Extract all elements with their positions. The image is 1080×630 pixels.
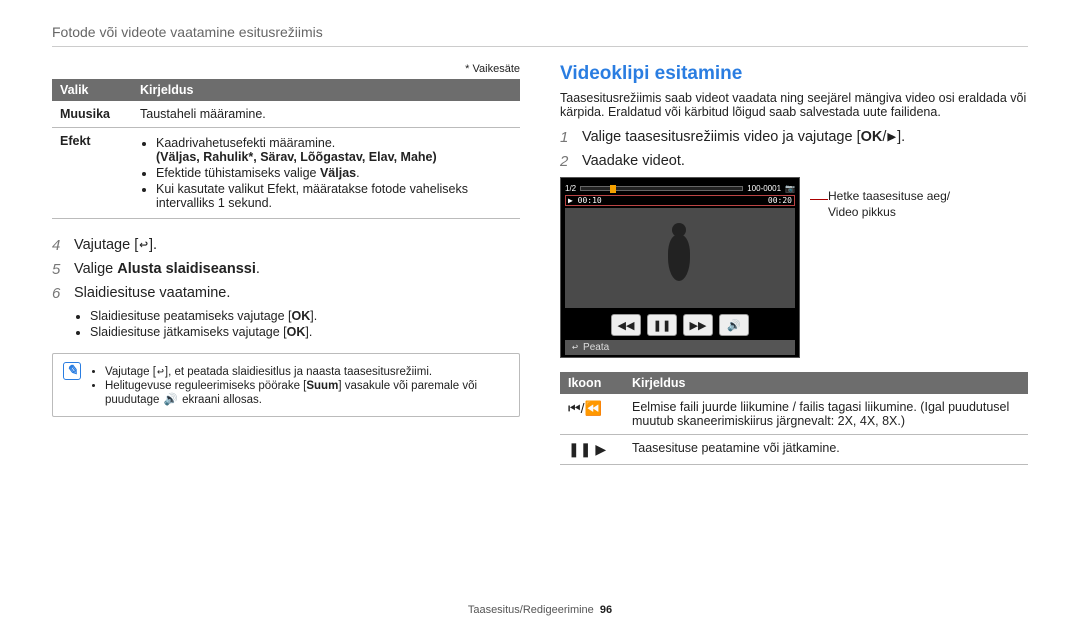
effect-line: Efektide tühistamiseks valige Väljas. bbox=[156, 166, 360, 180]
sound-icon bbox=[163, 392, 179, 406]
rewind-button[interactable]: ◀◀ bbox=[611, 314, 641, 336]
step-6: Slaidiesituse vaatamine. bbox=[52, 285, 520, 301]
col-header-desc: Kirjeldus bbox=[132, 79, 520, 101]
camera-icon: 📷 bbox=[785, 184, 795, 193]
list-item: Helitugevuse reguleerimiseks pöörake [Su… bbox=[105, 380, 509, 406]
page-header: Fotode või videote vaatamine esitusrežii… bbox=[52, 24, 1028, 47]
option-desc: Kaadrivahetusefekti määramine. (Väljas, … bbox=[132, 128, 520, 219]
table-row: Efekt Kaadrivahetusefekti määramine. (Vä… bbox=[52, 128, 520, 219]
pause-button[interactable]: ❚❚ bbox=[647, 314, 677, 336]
video-counter: 1/2 bbox=[565, 184, 576, 193]
time-current: 00:10 bbox=[578, 196, 602, 205]
play-icon bbox=[886, 129, 897, 145]
stop-bar[interactable]: Peata bbox=[565, 340, 795, 355]
step-4: Vajutage []. bbox=[52, 237, 520, 253]
default-footnote: * Vaikesäte bbox=[52, 63, 520, 75]
icon-cell: ❚❚ ▶ bbox=[560, 435, 624, 465]
dancer-silhouette-icon bbox=[662, 223, 698, 293]
icon-cell: ⏮/⏪ bbox=[560, 394, 624, 435]
step-5: Valige Alusta slaidiseanssi. bbox=[52, 261, 520, 277]
col-header-option: Valik bbox=[52, 79, 132, 101]
video-preview-block: 1/2 100-0001 📷 ▶ 00:10 00:20 ◀◀ ❚❚ ▶▶ 🔊 bbox=[560, 177, 1028, 358]
note-icon: ✎ bbox=[63, 362, 81, 380]
page-number: 96 bbox=[600, 604, 612, 616]
icon-desc: Eelmise faili juurde liikumine / failis … bbox=[624, 394, 1028, 435]
table-row: Muusika Taustaheli määramine. bbox=[52, 101, 520, 128]
section-title: Videoklipi esitamine bbox=[560, 63, 1028, 85]
ok-icon: OK bbox=[861, 129, 883, 145]
col-header-desc: Kirjeldus bbox=[624, 372, 1028, 394]
video-file-id: 100-0001 bbox=[747, 184, 781, 193]
option-name: Efekt bbox=[52, 128, 132, 219]
right-column: Videoklipi esitamine Taasesitusrežiimis … bbox=[560, 63, 1028, 465]
ok-icon: OK bbox=[287, 325, 306, 339]
back-icon bbox=[571, 342, 579, 353]
option-name: Muusika bbox=[52, 101, 132, 128]
forward-button[interactable]: ▶▶ bbox=[683, 314, 713, 336]
ok-icon: OK bbox=[292, 309, 311, 323]
time-total: 00:20 bbox=[768, 196, 792, 205]
steps-list-right: Valige taasesitusrežiimis video ja vajut… bbox=[560, 129, 1028, 169]
callout-text: Hetke taasesituse aeg/ Video pikkus bbox=[828, 189, 950, 358]
table-row: ⏮/⏪ Eelmise faili juurde liikumine / fai… bbox=[560, 394, 1028, 435]
page-footer: Taasesitus/Redigeerimine 96 bbox=[0, 604, 1080, 616]
start-slideshow-label: Alusta slaidiseanssi bbox=[117, 261, 256, 277]
video-frame bbox=[565, 208, 795, 308]
section-intro: Taasesitusrežiimis saab videot vaadata n… bbox=[560, 91, 1028, 119]
left-column: * Vaikesäte Valik Kirjeldus Muusika Taus… bbox=[52, 63, 520, 465]
video-player-mock: 1/2 100-0001 📷 ▶ 00:10 00:20 ◀◀ ❚❚ ▶▶ 🔊 bbox=[560, 177, 800, 358]
video-time-row: ▶ 00:10 00:20 bbox=[565, 195, 795, 206]
video-controls: ◀◀ ❚❚ ▶▶ 🔊 bbox=[565, 314, 795, 336]
zoom-label: Suum bbox=[306, 380, 338, 392]
two-column-layout: * Vaikesäte Valik Kirjeldus Muusika Taus… bbox=[52, 63, 1028, 465]
steps-list-left: Vajutage []. Valige Alusta slaidiseanssi… bbox=[52, 237, 520, 301]
effect-line: Kaadrivahetusefekti määramine. bbox=[156, 136, 335, 150]
callout-connector-icon bbox=[810, 199, 828, 200]
icon-desc: Taasesituse peatamine või jätkamine. bbox=[624, 435, 1028, 465]
icons-table: Ikoon Kirjeldus ⏮/⏪ Eelmise faili juurde… bbox=[560, 372, 1028, 465]
option-desc: Taustaheli määramine. bbox=[132, 101, 520, 128]
step-2: Vaadake videot. bbox=[560, 153, 1028, 169]
back-icon bbox=[138, 237, 149, 253]
video-progress-bar[interactable] bbox=[580, 186, 743, 191]
sound-button[interactable]: 🔊 bbox=[719, 314, 749, 336]
stop-label: Peata bbox=[583, 342, 609, 353]
list-item: Slaidiesituse peatamiseks vajutage [OK]. bbox=[90, 309, 520, 323]
col-header-icon: Ikoon bbox=[560, 372, 624, 394]
step-1: Valige taasesitusrežiimis video ja vajut… bbox=[560, 129, 1028, 145]
step-6-notes: Slaidiesituse peatamiseks vajutage [OK].… bbox=[90, 309, 520, 339]
effect-values: (Väljas, Rahulik*, Särav, Lõõgastav, Ela… bbox=[156, 150, 512, 164]
effect-line: Kui kasutate valikut Efekt, määratakse f… bbox=[156, 182, 512, 210]
options-table: Valik Kirjeldus Muusika Taustaheli määra… bbox=[52, 79, 520, 219]
info-callout: ✎ Vajutage [], et peatada slaidiesitlus … bbox=[52, 353, 520, 417]
back-icon bbox=[156, 364, 165, 378]
list-item: Vajutage [], et peatada slaidiesitlus ja… bbox=[105, 364, 509, 378]
list-item: Slaidiesituse jätkamiseks vajutage [OK]. bbox=[90, 325, 520, 339]
table-row: ❚❚ ▶ Taasesituse peatamine või jätkamine… bbox=[560, 435, 1028, 465]
